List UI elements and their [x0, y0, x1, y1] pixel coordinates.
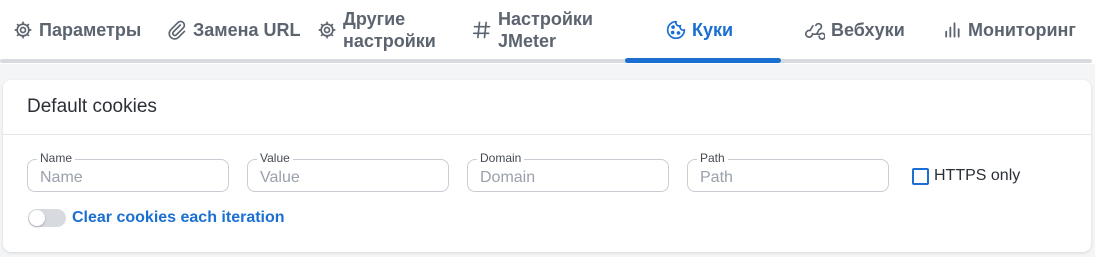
cookie-name-input[interactable] [28, 160, 228, 191]
tab-cookies[interactable]: Куки [665, 0, 733, 60]
tab-other-settings[interactable]: Другие настройки [316, 0, 436, 60]
tab-url-replace[interactable]: Замена URL [166, 0, 301, 60]
toggle-knob [29, 210, 45, 226]
https-only-checkbox[interactable]: HTTPS only [912, 167, 1020, 185]
tab-label: Параметры [39, 20, 142, 40]
gear-icon [12, 19, 34, 41]
tab-label: Замена URL [193, 20, 301, 40]
bar-chart-icon [941, 19, 963, 41]
gear-icon [316, 19, 338, 41]
webhook-icon [804, 19, 826, 41]
cookie-value-input[interactable] [248, 160, 448, 191]
paperclip-icon [166, 19, 188, 41]
clear-cookies-toggle-row[interactable]: Clear cookies each iteration [28, 209, 285, 227]
default-cookies-card: Default cookies Name Value Domain Path H… [3, 80, 1091, 252]
hash-icon [471, 19, 493, 41]
cookie-icon [665, 19, 687, 41]
tab-label: Мониторинг [968, 20, 1076, 40]
tab-parameters[interactable]: Параметры [12, 0, 141, 60]
cookie-name-field: Name [27, 151, 229, 192]
tab-label: Настройки JMeter [498, 9, 593, 51]
cookie-path-field: Path [687, 151, 889, 192]
cookie-path-input[interactable] [688, 160, 888, 191]
card-title: Default cookies [3, 80, 1091, 135]
tab-monitoring[interactable]: Мониторинг [941, 0, 1076, 60]
cookie-domain-field: Domain [467, 151, 669, 192]
cookie-domain-input[interactable] [468, 160, 668, 191]
tab-label: Вебхуки [831, 20, 905, 40]
checkbox-box[interactable] [912, 167, 929, 185]
clear-cookies-label: Clear cookies each iteration [72, 209, 285, 226]
tab-label: Другие настройки [343, 9, 436, 51]
tab-jmeter-settings[interactable]: Настройки JMeter [471, 0, 593, 60]
tab-label: Куки [692, 20, 734, 40]
active-tab-indicator [625, 58, 781, 63]
tab-webhooks[interactable]: Вебхуки [804, 0, 905, 60]
https-only-label: HTTPS only [934, 167, 1021, 184]
clear-cookies-toggle[interactable] [28, 209, 66, 227]
cookie-value-field: Value [247, 151, 449, 192]
tab-bar: Параметры Замена URL Другие настройки На… [0, 0, 1095, 64]
tab-track [0, 59, 1092, 63]
